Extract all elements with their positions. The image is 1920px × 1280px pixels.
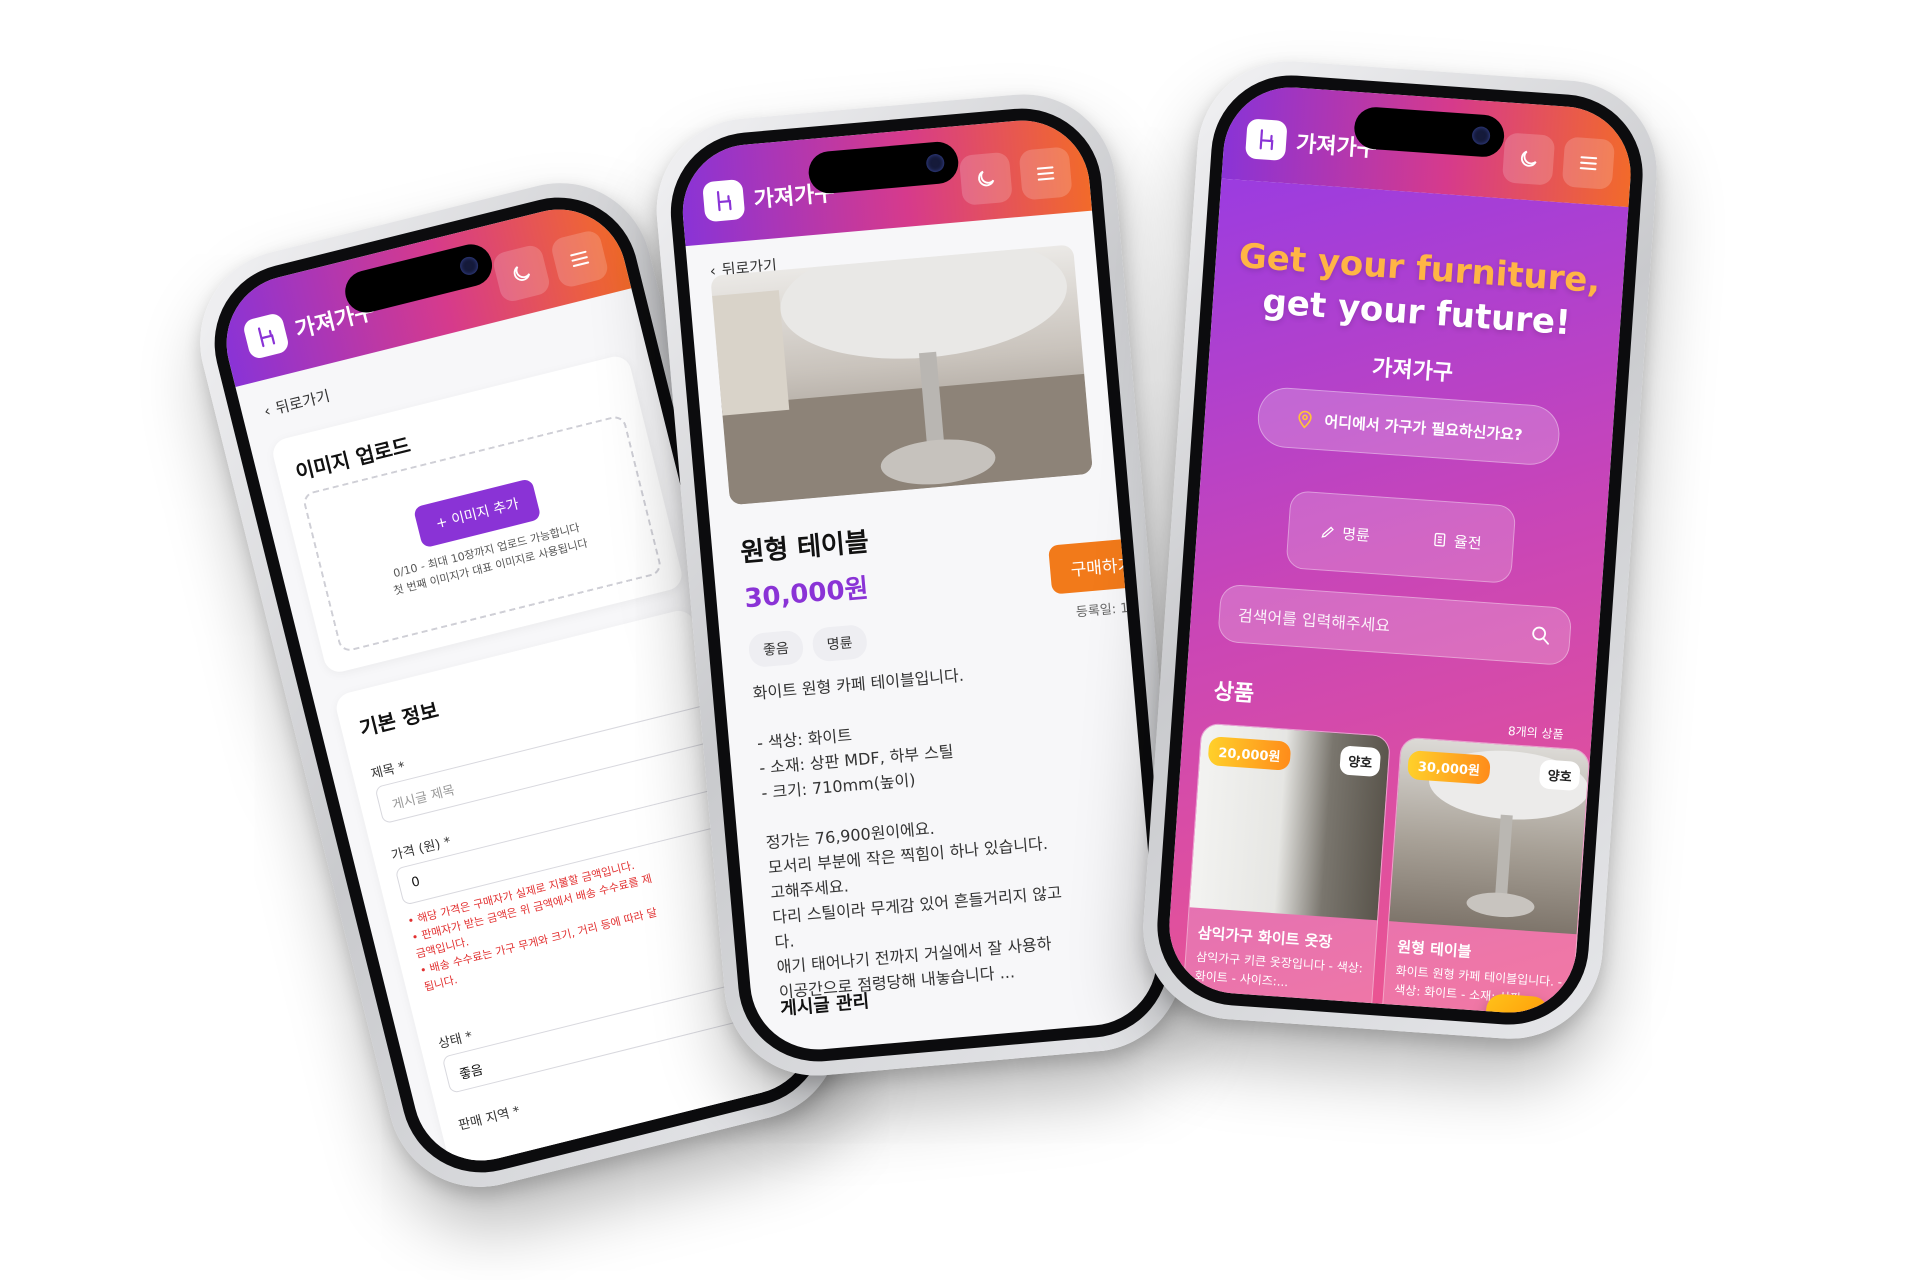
dark-mode-toggle[interactable] — [491, 243, 552, 304]
hamburger-icon — [570, 250, 590, 268]
upload-hint-line: 첫 번째 이미지가 대표 이미지로 사용됩니다 — [392, 536, 589, 598]
product-title: 원형 테이블 — [739, 527, 871, 569]
condition-badge: 양호 — [1538, 759, 1581, 792]
campus-label: 율전 — [1453, 532, 1483, 553]
product-card[interactable]: 20,000원 양호 삼익가구 화이트 옷장 삼익가구 키큰 옷장입니다 - 색… — [1180, 722, 1392, 1018]
camera-icon — [458, 254, 481, 277]
product-description: 화이트 원형 카페 테이블입니다. - 색상: 화이트 - 소재: 상판 MDF… — [752, 649, 1159, 1006]
map-pin-icon: ⌖ — [1192, 994, 1201, 1010]
menu-button[interactable] — [549, 228, 610, 290]
campus-option-yuljeon[interactable]: 율전 — [1431, 529, 1482, 553]
hamburger-icon — [1579, 156, 1598, 171]
status-label: 상태 * — [436, 1029, 474, 1053]
home-screen: 가져가구 Get your furniture, get your future… — [1164, 82, 1636, 1018]
search-icon — [1532, 626, 1549, 645]
chevron-left-icon: ‹ — [261, 401, 273, 420]
moon-icon — [1520, 150, 1537, 167]
moon-icon — [978, 170, 995, 187]
document-icon — [1434, 532, 1446, 547]
product-location: ⌖ 명륜 — [1192, 993, 1227, 1012]
table-photo-illustration — [712, 244, 1093, 506]
dark-mode-toggle[interactable] — [958, 151, 1013, 206]
chair-logo-icon — [241, 311, 291, 361]
campus-label: 명륜 — [1341, 524, 1371, 545]
product-desc: 삼익가구 키큰 옷장입니다 - 색상: 화이트 - 사이즈:... — [1194, 949, 1364, 989]
phone-bezel: 가져가구 Get your furniture, get your future… — [1152, 70, 1648, 1030]
camera-icon — [1471, 126, 1491, 146]
phone-bezel: 가져가구 ‹ 뒤로가기 원형 테이블 30,000원 구매하기 등록일: 14 … — [664, 101, 1176, 1069]
location-text: 명륜 — [1402, 1009, 1426, 1018]
camera-icon — [925, 153, 946, 173]
phone-product-detail: 가져가구 ‹ 뒤로가기 원형 테이블 30,000원 구매하기 등록일: 14 … — [649, 86, 1191, 1084]
detail-screen: 가져가구 ‹ 뒤로가기 원형 테이블 30,000원 구매하기 등록일: 14 … — [677, 114, 1163, 1056]
product-card[interactable]: 30,000원 양호 원형 테이블 화이트 원형 카페 테이블입니다. - 색상… — [1380, 736, 1591, 1018]
chair-logo-icon — [702, 178, 746, 223]
location-prompt: 어디에서 가구가 필요하신가요? — [1323, 411, 1524, 444]
price-badge: 30,000원 — [1407, 750, 1492, 785]
region-label: 판매 지역 * — [457, 1103, 522, 1134]
campus-selector: 명륜 율전 — [1285, 490, 1517, 584]
phone-home: 가져가구 Get your furniture, get your future… — [1137, 55, 1663, 1045]
product-name: 삼익가구 화이트 옷장 — [1197, 923, 1333, 952]
condition-chip: 좋음 — [747, 629, 805, 669]
back-label: 뒤로가기 — [273, 386, 332, 418]
location-text: 명륜 — [1203, 995, 1227, 1011]
product-photo[interactable] — [710, 244, 1093, 506]
chair-logo-icon — [1244, 118, 1288, 162]
moon-icon — [513, 266, 531, 281]
product-age: 5일 전 — [1324, 1003, 1360, 1018]
product-location: ⌖ 명륜 — [1392, 1007, 1426, 1017]
registration-date: 등록일: 14 — [1075, 600, 1138, 621]
campus-option-myeongnyun[interactable]: 명륜 — [1320, 521, 1371, 545]
menu-button[interactable] — [1018, 146, 1073, 201]
condition-badge: 양호 — [1339, 745, 1382, 778]
price-badge: 20,000원 — [1207, 736, 1292, 771]
buy-button[interactable]: 구매하기 — [1048, 536, 1155, 595]
product-name: 원형 테이블 — [1396, 937, 1472, 961]
dark-mode-toggle[interactable] — [1501, 132, 1556, 186]
products-section-title: 상품 — [1212, 679, 1255, 708]
map-pin-icon — [1298, 410, 1312, 429]
pencil-icon — [1321, 526, 1335, 538]
basic-info-title: 기본 정보 — [356, 697, 441, 741]
title-label: 제목 * — [369, 759, 407, 783]
region-chip: 명륜 — [811, 623, 868, 663]
search-placeholder: 검색어를 입력해주세요 — [1237, 605, 1391, 636]
menu-button[interactable] — [1561, 136, 1616, 190]
map-pin-icon: ⌖ — [1392, 1008, 1400, 1018]
back-link[interactable]: ‹ 뒤로가기 — [262, 385, 332, 422]
hamburger-icon — [1036, 166, 1055, 181]
product-price: 30,000원 — [743, 573, 870, 615]
